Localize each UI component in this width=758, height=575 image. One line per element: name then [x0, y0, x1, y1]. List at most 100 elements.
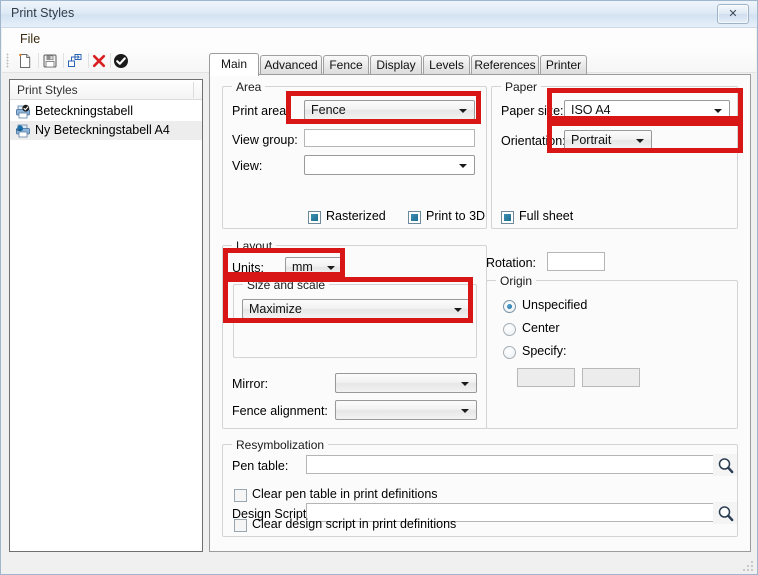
origin-y-field[interactable] [582, 368, 640, 387]
clear-pen-table-label: Clear pen table in print definitions [252, 487, 438, 501]
mirror-combo[interactable] [335, 373, 477, 393]
orientation-label: Orientation: [501, 134, 566, 148]
tab-label: Levels [429, 58, 464, 72]
group-layout: Layout Units: mm Size and scale Maximize… [222, 239, 487, 429]
mirror-label: Mirror: [232, 377, 269, 391]
print-styles-list-panel: Print Styles Beteckningstabell Ny Beteck… [9, 79, 203, 552]
print-to-3d-label: Print to 3D [426, 209, 486, 223]
close-icon: ✕ [728, 7, 738, 20]
group-area-caption: Area [232, 80, 266, 94]
chevron-down-icon [459, 164, 467, 168]
tab-main[interactable]: Main [209, 53, 259, 76]
rename-icon [68, 54, 82, 67]
print-area-label: Print area: [232, 104, 290, 118]
magnifier-icon [718, 458, 734, 474]
checkbox-box [234, 489, 247, 502]
resize-grip-icon[interactable] [742, 560, 754, 572]
list-header-label: Print Styles [17, 83, 78, 97]
view-group-field[interactable] [304, 129, 475, 147]
units-label: Units: [232, 261, 264, 275]
design-script-browse-button[interactable] [713, 502, 737, 524]
group-size-and-scale: Size and scale Maximize [233, 278, 477, 358]
tab-label: Display [376, 58, 416, 72]
view-group-label: View group: [232, 133, 298, 147]
origin-option-label: Unspecified [522, 298, 588, 312]
magnifier-icon [718, 506, 734, 522]
clear-design-script-label: Clear design script in print definitions [252, 517, 457, 531]
checkbox-box [408, 211, 421, 224]
list-item[interactable]: Ny Beteckningstabell A4 [10, 121, 202, 140]
tab-display[interactable]: Display [370, 55, 422, 75]
toolbar-separator [110, 53, 111, 68]
radio-button [503, 323, 516, 336]
group-paper: Paper Paper size: ISO A4 Orientation: Po… [491, 80, 738, 229]
size-and-scale-combo[interactable]: Maximize [242, 299, 470, 319]
view-combo[interactable] [304, 155, 475, 175]
toolbar-grip[interactable] [6, 53, 9, 68]
origin-option-label: Specify: [522, 344, 567, 358]
full-sheet-label: Full sheet [519, 209, 574, 223]
list-item[interactable]: Beteckningstabell [10, 102, 202, 121]
chevron-down-icon [461, 382, 469, 386]
rename-print-style-button[interactable] [66, 52, 84, 70]
tab-printer[interactable]: Printer [540, 55, 587, 75]
rotation-label: Rotation: [486, 256, 537, 270]
units-value: mm [292, 260, 313, 274]
chevron-down-icon [461, 409, 469, 413]
group-layout-caption: Layout [232, 239, 277, 253]
tab-references[interactable]: References [471, 55, 539, 75]
delete-print-style-button[interactable] [90, 52, 108, 70]
origin-option-label: Center [522, 321, 560, 335]
toolbar-separator [63, 53, 64, 68]
pen-table-label: Pen table: [232, 459, 289, 473]
group-resymbolization: Resymbolization Pen table: Clear pen tab… [222, 438, 738, 537]
pen-table-field[interactable] [306, 455, 716, 474]
group-origin: Origin Unspecified Center Specify: [486, 274, 738, 429]
group-paper-caption: Paper [501, 80, 542, 94]
printer-icon [15, 124, 30, 138]
chevron-down-icon [714, 109, 722, 113]
origin-x-field[interactable] [517, 368, 575, 387]
window-title: Print Styles [11, 6, 75, 20]
tab-label: Main [220, 57, 247, 71]
size-and-scale-value: Maximize [249, 302, 302, 316]
toolbar-separator [88, 53, 89, 68]
print-area-combo[interactable]: Fence [304, 100, 475, 120]
paper-size-combo[interactable]: ISO A4 [564, 100, 730, 120]
pen-table-browse-button[interactable] [713, 454, 737, 476]
tab-label: Printer [545, 58, 582, 72]
new-document-icon [19, 53, 31, 68]
tab-levels[interactable]: Levels [423, 55, 470, 75]
group-area: Area Print area: Fence View group: View:… [222, 80, 487, 229]
list-header-divider [193, 82, 194, 98]
tab-fence[interactable]: Fence [323, 55, 369, 75]
rotation-field[interactable] [547, 252, 605, 271]
paper-size-value: ISO A4 [571, 103, 611, 117]
chevron-down-icon [454, 308, 462, 312]
chevron-down-icon [636, 139, 644, 143]
menu-bar: File [2, 28, 756, 49]
paper-size-label: Paper size: [501, 104, 564, 118]
tab-page-main: Area Print area: Fence View group: View:… [209, 74, 751, 552]
radio-button [503, 346, 516, 359]
list-item-label: Ny Beteckningstabell A4 [35, 123, 170, 137]
apply-check-icon [114, 54, 128, 68]
toolbar-separator [38, 53, 39, 68]
print-area-value: Fence [311, 103, 346, 117]
list-item-label: Beteckningstabell [35, 104, 133, 118]
chevron-down-icon [459, 109, 467, 113]
list-header: Print Styles [10, 80, 202, 100]
apply-print-style-button[interactable] [112, 52, 130, 70]
view-label: View: [232, 159, 263, 173]
save-disk-icon [43, 54, 57, 68]
menu-file[interactable]: File [16, 31, 44, 47]
orientation-combo[interactable]: Portrait [564, 130, 652, 150]
tab-strip: Main Advanced Fence Display Levels Refer… [209, 53, 751, 76]
units-combo[interactable]: mm [285, 257, 343, 277]
new-print-style-button[interactable] [16, 52, 34, 70]
fence-alignment-combo[interactable] [335, 400, 477, 420]
checkbox-box [501, 211, 514, 224]
save-print-style-button[interactable] [41, 52, 59, 70]
tab-advanced[interactable]: Advanced [260, 55, 322, 75]
close-button[interactable]: ✕ [717, 4, 749, 24]
